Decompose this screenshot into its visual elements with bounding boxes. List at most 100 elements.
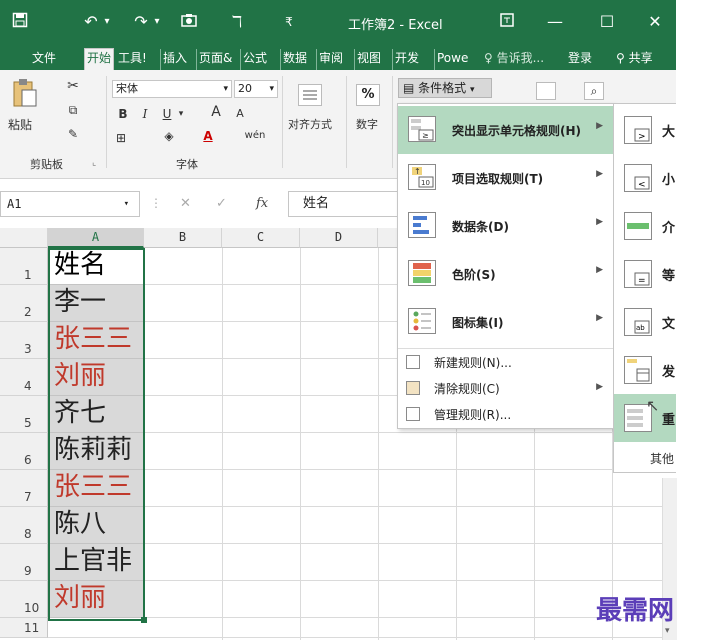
- dialog-launcher-icon[interactable]: ⌞: [92, 158, 96, 168]
- grow-font-button[interactable]: A: [208, 104, 224, 120]
- row-header[interactable]: 11: [0, 618, 48, 638]
- phonetic-button[interactable]: wén: [244, 128, 266, 144]
- paste-button-label[interactable]: 粘贴: [8, 116, 32, 133]
- chevron-down-icon[interactable]: ▾: [665, 626, 670, 636]
- ribbon-display-icon[interactable]: [496, 12, 518, 32]
- submenu-item-duplicate-values[interactable]: 重: [614, 394, 676, 442]
- bold-button[interactable]: B: [116, 106, 130, 122]
- row-header[interactable]: 9: [0, 544, 48, 581]
- menu-item-highlight-cells-rules[interactable]: ≥ 突出显示单元格规则(H) ▶: [398, 106, 613, 154]
- menu-item-data-bars[interactable]: 数据条(D) ▶: [398, 202, 613, 250]
- insert-function-button[interactable]: fx: [256, 196, 268, 211]
- cell-a9[interactable]: 上官非: [48, 544, 144, 581]
- tab-power[interactable]: Powe: [434, 49, 470, 70]
- close-icon[interactable]: ✕: [644, 12, 666, 32]
- fill-color-icon[interactable]: ◈: [160, 128, 178, 144]
- cell-a8[interactable]: 陈八: [48, 507, 144, 544]
- font-size-select[interactable]: 20 ▾: [234, 80, 278, 98]
- customize-icon[interactable]: ₹: [282, 12, 296, 32]
- tab-tools[interactable]: 工具!: [116, 49, 149, 70]
- cell-a4[interactable]: 刘丽: [48, 359, 144, 396]
- fill-handle[interactable]: [141, 617, 147, 623]
- save-icon[interactable]: [10, 12, 30, 33]
- menu-item-new-rule[interactable]: 新建规则(N)...: [398, 351, 613, 373]
- menu-item-clear-rules[interactable]: 清除规则(C) ▶: [398, 377, 613, 399]
- formula-input[interactable]: 姓名: [288, 191, 398, 217]
- tab-view[interactable]: 视图: [354, 49, 383, 70]
- menu-item-icon-sets[interactable]: 图标集(I) ▶: [398, 298, 613, 346]
- undo-icon[interactable]: ↶: [80, 12, 102, 32]
- paste-icon[interactable]: [10, 78, 38, 108]
- column-header-c[interactable]: C: [222, 228, 300, 248]
- submenu-item-date-occurring[interactable]: 发: [614, 346, 676, 394]
- share-button[interactable]: ⚲ 共享: [616, 49, 653, 68]
- font-name-select[interactable]: 宋体 ▾: [112, 80, 232, 98]
- font-color-button[interactable]: A: [200, 128, 216, 144]
- italic-button[interactable]: I: [138, 106, 152, 122]
- cut-icon[interactable]: ✂: [64, 78, 82, 94]
- minimize-icon[interactable]: —: [544, 12, 566, 32]
- tab-insert[interactable]: 插入: [160, 49, 189, 70]
- alignment-icon[interactable]: [298, 84, 322, 106]
- row-header[interactable]: 1: [0, 248, 48, 285]
- cell-a1[interactable]: 姓名: [48, 248, 144, 285]
- chevron-down-icon[interactable]: ▾: [176, 106, 186, 122]
- submenu-item-greater-than[interactable]: > 大: [614, 106, 676, 154]
- cell-a7[interactable]: 张三三: [48, 470, 144, 507]
- tab-home[interactable]: 开始: [84, 48, 115, 70]
- format-painter-icon[interactable]: ✎: [64, 126, 82, 142]
- row-header[interactable]: 7: [0, 470, 48, 507]
- row-header[interactable]: 10: [0, 581, 48, 618]
- border-icon[interactable]: ⊞: [112, 130, 130, 146]
- column-header-d[interactable]: D: [300, 228, 378, 248]
- submenu-item-text-contains[interactable]: ab 文: [614, 298, 676, 346]
- cells-icon[interactable]: [536, 82, 556, 100]
- camera-icon[interactable]: [178, 12, 200, 32]
- row-header[interactable]: 3: [0, 322, 48, 359]
- row-header[interactable]: 6: [0, 433, 48, 470]
- cell-a3[interactable]: 张三三: [48, 322, 144, 359]
- number-button[interactable]: 数字: [356, 116, 378, 132]
- cell-a10[interactable]: 刘丽: [48, 581, 144, 618]
- cell-a6[interactable]: 陈莉莉: [48, 433, 144, 470]
- tab-file[interactable]: 文件: [30, 49, 58, 70]
- cancel-icon[interactable]: ✕: [180, 196, 191, 211]
- submenu-item-between[interactable]: 介: [614, 202, 676, 250]
- cell-a2[interactable]: 李一: [48, 285, 144, 322]
- touch-mode-icon[interactable]: ℸ: [226, 12, 248, 32]
- login-link[interactable]: 登录: [568, 49, 592, 68]
- alignment-button[interactable]: 对齐方式: [288, 116, 332, 132]
- select-all-corner[interactable]: [0, 228, 48, 248]
- redo-icon[interactable]: ↷: [130, 12, 152, 32]
- menu-item-color-scales[interactable]: 色阶(S) ▶: [398, 250, 613, 298]
- tab-page-layout[interactable]: 页面&: [196, 49, 234, 70]
- submenu-more-rules[interactable]: 其他: [650, 450, 674, 467]
- tab-review[interactable]: 审阅: [316, 49, 345, 70]
- shrink-font-button[interactable]: A: [232, 106, 248, 122]
- maximize-icon[interactable]: ☐: [596, 12, 618, 32]
- row-header[interactable]: 5: [0, 396, 48, 433]
- tab-formulas[interactable]: 公式: [240, 49, 269, 70]
- search-icon[interactable]: ⌕: [584, 82, 604, 100]
- menu-item-top-bottom-rules[interactable]: ↑ 10 项目选取规则(T) ▶: [398, 154, 613, 202]
- submenu-item-less-than[interactable]: < 小: [614, 154, 676, 202]
- tab-data[interactable]: 数据: [280, 49, 309, 70]
- row-header[interactable]: 4: [0, 359, 48, 396]
- chevron-down-icon[interactable]: ▾: [102, 12, 112, 32]
- cell-a5[interactable]: 齐七: [48, 396, 144, 433]
- confirm-icon[interactable]: ✓: [216, 196, 227, 211]
- tell-me-search[interactable]: ♀ 告诉我...: [484, 49, 544, 68]
- row-header[interactable]: 8: [0, 507, 48, 544]
- copy-icon[interactable]: ⧉: [64, 102, 82, 118]
- chevron-down-icon[interactable]: ▾: [152, 12, 162, 32]
- conditional-format-button[interactable]: ▤ 条件格式 ▾: [398, 78, 492, 98]
- name-box[interactable]: A1 ▾: [0, 191, 140, 217]
- column-header-b[interactable]: B: [144, 228, 222, 248]
- tab-developer[interactable]: 开发: [392, 49, 421, 70]
- percent-icon[interactable]: %: [356, 84, 380, 106]
- underline-button[interactable]: U: [160, 106, 174, 122]
- menu-item-manage-rules[interactable]: 管理规则(R)...: [398, 403, 613, 425]
- column-header-a[interactable]: A: [48, 228, 144, 248]
- submenu-item-equal-to[interactable]: = 等: [614, 250, 676, 298]
- row-header[interactable]: 2: [0, 285, 48, 322]
